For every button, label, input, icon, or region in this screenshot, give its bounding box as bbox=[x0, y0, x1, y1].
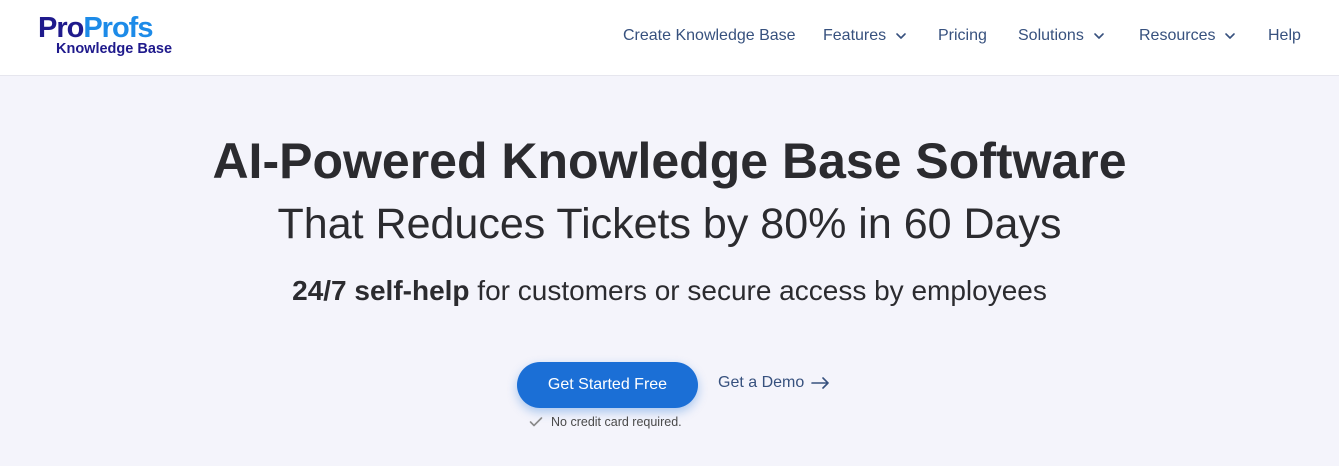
hero-section: AI-Powered Knowledge Base Software That … bbox=[0, 77, 1339, 466]
nav-features-label: Features bbox=[823, 27, 887, 44]
chevron-down-icon bbox=[895, 30, 907, 42]
nav-create-knowledge-base-label: Create Knowledge Base bbox=[623, 27, 796, 44]
nav-resources[interactable]: Resources bbox=[1139, 24, 1236, 48]
nav-help[interactable]: Help bbox=[1268, 24, 1301, 48]
site-header: ProProfs Knowledge Base Create Knowledge… bbox=[0, 0, 1339, 76]
nav-solutions[interactable]: Solutions bbox=[1018, 24, 1105, 48]
chevron-down-icon bbox=[1093, 30, 1105, 42]
logo-wordmark: ProProfs bbox=[38, 12, 153, 44]
hero-headline: AI-Powered Knowledge Base Software bbox=[212, 133, 1127, 189]
no-credit-card-note: No credit card required. bbox=[529, 414, 682, 430]
check-icon bbox=[529, 416, 543, 428]
get-a-demo-label: Get a Demo bbox=[718, 374, 805, 391]
get-started-free-button[interactable]: Get Started Free bbox=[517, 362, 698, 408]
no-credit-card-text: No credit card required. bbox=[551, 415, 682, 429]
get-a-demo-link[interactable]: Get a Demo bbox=[718, 372, 831, 394]
hero-tagline-rest: for customers or secure access by employ… bbox=[469, 275, 1047, 306]
arrow-right-icon bbox=[811, 376, 831, 390]
nav-help-label: Help bbox=[1268, 27, 1301, 44]
nav-features[interactable]: Features bbox=[823, 24, 907, 48]
chevron-down-icon bbox=[1224, 30, 1236, 42]
proprofs-logo[interactable]: ProProfs Knowledge Base bbox=[38, 13, 188, 63]
logo-subtitle: Knowledge Base bbox=[56, 41, 173, 57]
hero-tagline: 24/7 self-help for customers or secure a… bbox=[0, 274, 1339, 308]
nav-solutions-label: Solutions bbox=[1018, 27, 1084, 44]
hero-subheadline: That Reduces Tickets by 80% in 60 Days bbox=[277, 200, 1062, 248]
logo-profs-text: Profs bbox=[83, 12, 153, 44]
hero-tagline-bold: 24/7 self-help bbox=[292, 275, 470, 306]
nav-pricing-label: Pricing bbox=[938, 27, 987, 44]
logo-pro-text: Pro bbox=[38, 12, 84, 44]
nav-create-knowledge-base[interactable]: Create Knowledge Base bbox=[623, 24, 796, 48]
nav-pricing[interactable]: Pricing bbox=[938, 24, 987, 48]
nav-resources-label: Resources bbox=[1139, 27, 1216, 44]
